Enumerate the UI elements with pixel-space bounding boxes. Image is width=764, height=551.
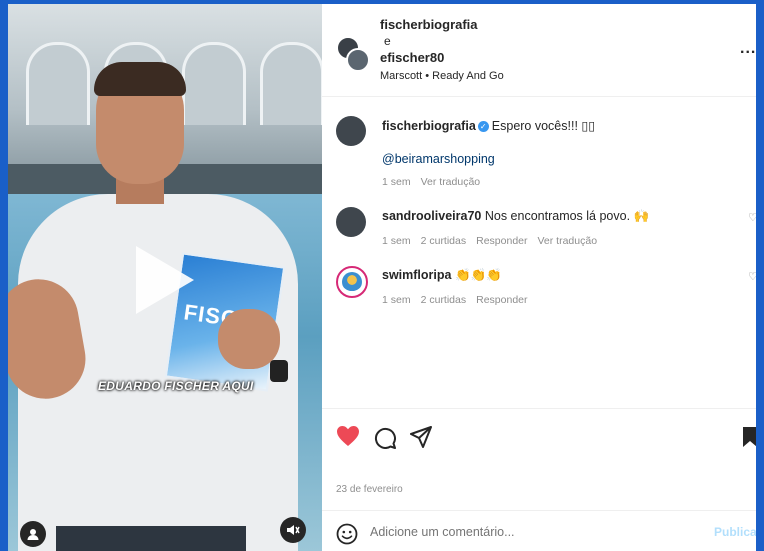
more-options-icon[interactable]: ... bbox=[740, 40, 756, 58]
mention-link[interactable]: @beiramarshopping bbox=[382, 152, 495, 166]
see-translation-link[interactable]: Ver tradução bbox=[538, 235, 598, 247]
comment-username[interactable]: swimfloripa bbox=[382, 268, 451, 282]
reply-link[interactable]: Responder bbox=[476, 294, 527, 306]
like-button[interactable] bbox=[336, 425, 360, 452]
comment-button[interactable] bbox=[374, 427, 396, 454]
author-username[interactable]: fischerbiografia bbox=[380, 17, 478, 32]
emoji-button[interactable] bbox=[336, 523, 358, 550]
tagged-users-button[interactable] bbox=[20, 521, 46, 547]
comment-meta: 1 sem Ver tradução bbox=[382, 176, 490, 188]
comment-username[interactable]: fischerbiografia bbox=[382, 119, 476, 133]
verified-badge-icon: ✓ bbox=[477, 120, 489, 132]
comment-bubble-icon bbox=[374, 427, 396, 449]
avatar[interactable] bbox=[336, 116, 366, 146]
comment-text: Espero vocês!!! ▯▯ bbox=[491, 119, 596, 133]
comment-time: 1 sem bbox=[382, 176, 411, 188]
audio-track-link[interactable]: Marscott • Ready And Go bbox=[380, 70, 504, 82]
share-button[interactable] bbox=[410, 426, 432, 453]
comment-text: Nos encontramos lá povo. 🙌 bbox=[484, 209, 650, 223]
comment-meta: 1 sem 2 curtidas Responder Ver tradução bbox=[382, 235, 607, 247]
comment-meta: 1 sem 2 curtidas Responder bbox=[382, 294, 538, 306]
comment-text: 👏👏👏 bbox=[454, 268, 502, 282]
collab-conjunction: e bbox=[384, 34, 391, 48]
speaker-muted-icon bbox=[287, 525, 300, 535]
video-caption: EDUARDO FISCHER AQUI bbox=[98, 379, 254, 393]
see-translation-link[interactable]: Ver tradução bbox=[421, 176, 481, 188]
comment-time: 1 sem bbox=[382, 294, 411, 306]
add-comment-row: Publicar bbox=[322, 510, 756, 551]
collab-avatars[interactable] bbox=[336, 36, 370, 72]
collaborator-username[interactable]: efischer80 bbox=[380, 50, 444, 65]
smiley-icon bbox=[336, 523, 358, 545]
comment-likes[interactable]: 2 curtidas bbox=[421, 235, 467, 247]
comment-likes[interactable]: 2 curtidas bbox=[421, 294, 467, 306]
avatar bbox=[346, 48, 370, 72]
comment-username[interactable]: sandrooliveira70 bbox=[382, 209, 481, 223]
paper-plane-icon bbox=[410, 426, 432, 448]
comment-time: 1 sem bbox=[382, 235, 411, 247]
comment-like-icon[interactable]: ♡ bbox=[748, 270, 756, 283]
avatar[interactable] bbox=[336, 266, 368, 298]
comment-input[interactable] bbox=[370, 525, 670, 539]
post-date[interactable]: 23 de fevereiro bbox=[336, 484, 403, 495]
play-icon[interactable] bbox=[136, 246, 194, 314]
save-button[interactable] bbox=[742, 426, 756, 453]
user-icon bbox=[27, 529, 39, 540]
mute-button[interactable] bbox=[280, 517, 306, 543]
action-bar bbox=[322, 408, 756, 469]
publish-button[interactable]: Publicar bbox=[714, 525, 756, 539]
bookmark-filled-icon bbox=[743, 427, 756, 447]
comment-like-icon[interactable]: ♡ bbox=[748, 211, 756, 224]
avatar[interactable] bbox=[336, 207, 366, 237]
heart-filled-icon bbox=[337, 426, 359, 446]
video-player[interactable]: FISC EDUARDO FISCHER AQUI bbox=[8, 4, 322, 551]
post-header: fischerbiografia e efischer80 Marscott •… bbox=[322, 4, 756, 97]
watch bbox=[270, 360, 288, 382]
post-sidebar: fischerbiografia e efischer80 Marscott •… bbox=[322, 4, 756, 551]
post-dialog: FISC EDUARDO FISCHER AQUI fischerbiograf… bbox=[8, 4, 756, 551]
reply-link[interactable]: Responder bbox=[476, 235, 527, 247]
